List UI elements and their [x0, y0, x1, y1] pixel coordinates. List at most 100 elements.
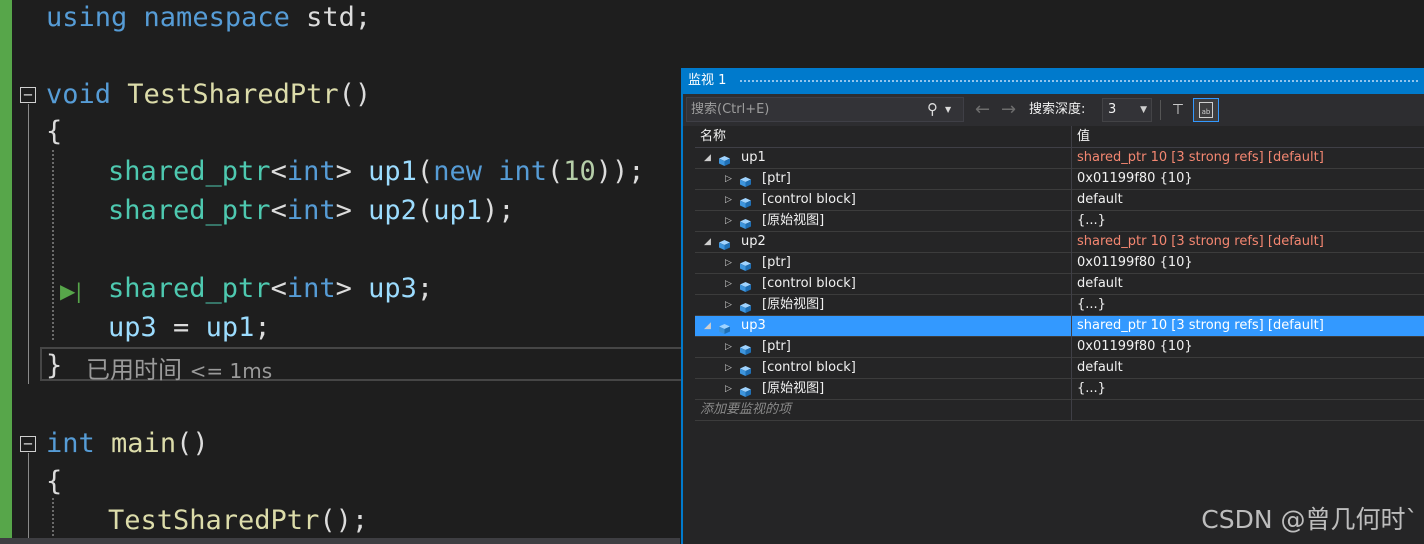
variable-cube-icon: [740, 174, 751, 187]
watch-row-value: default: [1077, 360, 1123, 375]
watch-row[interactable]: ◢ up1 shared_ptr 10 [3 strong refs] [defau…: [695, 148, 1424, 169]
watch-row-name: [ptr]: [762, 339, 791, 354]
expand-arrow-icon[interactable]: ▷: [725, 358, 732, 378]
search-dropdown-icon[interactable]: ▼: [945, 97, 951, 122]
watch-window-title-bar[interactable]: 监视 1: [683, 68, 1424, 94]
expand-arrow-icon[interactable]: ▷: [725, 295, 732, 315]
watch-row-value: 0x01199f80 {10}: [1077, 255, 1193, 270]
column-divider: [1071, 253, 1072, 274]
search-input[interactable]: [691, 99, 921, 120]
watch-row-value: {...}: [1077, 297, 1106, 312]
column-header-value[interactable]: 值: [1077, 126, 1090, 147]
search-icon[interactable]: ⚲: [927, 97, 938, 122]
watch-row-value: {...}: [1077, 213, 1106, 228]
watch-row-name: [原始视图]: [762, 213, 825, 228]
code-line-up3: shared_ptr<int> up3;: [108, 273, 434, 304]
watch-row[interactable]: ▷ [原始视图] {...}: [695, 379, 1424, 400]
variable-cube-icon: [740, 279, 751, 292]
perf-tip-value: <= 1ms: [189, 359, 273, 383]
filter-pin-button[interactable]: ⊤: [1167, 99, 1189, 121]
code-line-up1: shared_ptr<int> up1(new int(10));: [108, 156, 645, 187]
watch-row[interactable]: ◢ up2 shared_ptr 10 [3 strong refs] [defau…: [695, 232, 1424, 253]
column-header-name[interactable]: 名称: [700, 126, 726, 147]
code-line-using: using namespace std;: [46, 2, 372, 33]
variable-cube-icon: [719, 237, 730, 250]
search-depth-label: 搜索深度:: [1029, 102, 1086, 117]
add-watch-item-row[interactable]: 添加要监视的项: [695, 400, 1424, 421]
hex-display-icon: ab: [1199, 102, 1213, 118]
watch-row-name: [control block]: [762, 192, 856, 207]
watermark: CSDN @曾几何时`: [1201, 505, 1418, 534]
horizontal-scrollbar[interactable]: [0, 538, 680, 544]
code-line-brace: {: [46, 116, 63, 147]
watch-row-name: [control block]: [762, 360, 856, 375]
search-forward-icon[interactable]: →: [1001, 97, 1016, 122]
perf-tip-label: 已用时间: [86, 356, 182, 384]
watch-row[interactable]: ◢ up3 shared_ptr 10 [3 strong refs] [defau…: [695, 316, 1424, 337]
watch-row[interactable]: ▷ [control block] default: [695, 190, 1424, 211]
search-depth-select[interactable]: 3 ▼: [1102, 98, 1152, 122]
grid-header: 名称 值: [695, 126, 1424, 148]
column-divider: [1071, 190, 1072, 211]
watch-row-name: [control block]: [762, 276, 856, 291]
watch-row-name: up2: [741, 234, 766, 249]
watch-row-name: up1: [741, 150, 766, 165]
collapse-arrow-icon[interactable]: ◢: [704, 316, 711, 336]
column-divider: [1071, 169, 1072, 190]
add-watch-item-placeholder: 添加要监视的项: [700, 402, 792, 417]
code-line-main-def: int main(): [46, 428, 209, 459]
column-divider: [1071, 274, 1072, 295]
expand-arrow-icon[interactable]: ▷: [725, 169, 732, 189]
watch-row-value: 0x01199f80 {10}: [1077, 171, 1193, 186]
watch-toolbar: ⚲ ▼ ← → 搜索深度: 3 ▼ ⊤ ab: [683, 94, 1424, 126]
toolbar-separator: [1160, 100, 1161, 120]
expand-arrow-icon[interactable]: ▷: [725, 274, 732, 294]
watch-window: 监视 1 ⚲ ▼ ← → 搜索深度: 3 ▼ ⊤ ab 名称 值 ◢ up1 sha…: [681, 68, 1424, 544]
code-text: using namespace std; void TestSharedPtr(…: [0, 0, 645, 536]
variable-cube-icon: [740, 300, 751, 313]
watch-row[interactable]: ▷ [ptr] 0x01199f80 {10}: [695, 337, 1424, 358]
search-box[interactable]: ⚲ ▼: [686, 97, 964, 122]
variable-cube-icon: [740, 216, 751, 229]
watch-row-value: default: [1077, 276, 1123, 291]
variable-cube-icon: [740, 363, 751, 376]
expand-arrow-icon[interactable]: ▷: [725, 253, 732, 273]
watch-row-value: default: [1077, 192, 1123, 207]
watch-row-name: [ptr]: [762, 171, 791, 186]
watch-row-name: [ptr]: [762, 255, 791, 270]
chevron-down-icon: ▼: [1140, 105, 1147, 115]
expand-arrow-icon[interactable]: ▷: [725, 190, 732, 210]
search-depth-value: 3: [1108, 102, 1117, 117]
expand-arrow-icon[interactable]: ▷: [725, 379, 732, 399]
collapse-arrow-icon[interactable]: ◢: [704, 148, 711, 168]
watch-row-value: 0x01199f80 {10}: [1077, 339, 1193, 354]
title-grip: [739, 79, 1418, 84]
collapse-icon[interactable]: −: [20, 436, 36, 452]
expand-arrow-icon[interactable]: ▷: [725, 337, 732, 357]
watch-row[interactable]: ▷ [原始视图] {...}: [695, 295, 1424, 316]
watch-row-name: up3: [741, 318, 766, 333]
perf-tip[interactable]: 已用时间 <= 1ms: [86, 350, 272, 385]
watch-row[interactable]: ▷ [control block] default: [695, 274, 1424, 295]
column-divider: [1071, 358, 1072, 379]
watch-row[interactable]: ▷ [control block] default: [695, 358, 1424, 379]
watch-row[interactable]: ▷ [ptr] 0x01199f80 {10}: [695, 169, 1424, 190]
watch-row[interactable]: ▷ [ptr] 0x01199f80 {10}: [695, 253, 1424, 274]
column-divider: [1071, 400, 1072, 421]
filter-pin-icon: ⊤: [1171, 102, 1185, 118]
variable-cube-icon: [719, 321, 730, 334]
hex-display-button[interactable]: ab: [1193, 98, 1219, 122]
watch-row-value: shared_ptr 10 [3 strong refs] [default]: [1077, 318, 1324, 333]
variable-cube-icon: [719, 153, 730, 166]
expand-arrow-icon[interactable]: ▷: [725, 211, 732, 231]
code-line-function-def: void TestSharedPtr(): [46, 79, 372, 110]
column-divider: [1071, 148, 1072, 169]
watch-row[interactable]: ▷ [原始视图] {...}: [695, 211, 1424, 232]
search-back-icon[interactable]: ←: [975, 97, 990, 122]
watch-row-value: shared_ptr 10 [3 strong refs] [default]: [1077, 234, 1324, 249]
column-divider: [1071, 232, 1072, 253]
collapse-arrow-icon[interactable]: ◢: [704, 232, 711, 252]
code-line-call: TestSharedPtr();: [108, 505, 369, 536]
column-divider[interactable]: [1071, 126, 1072, 147]
watch-window-title: 监视 1: [688, 73, 727, 88]
